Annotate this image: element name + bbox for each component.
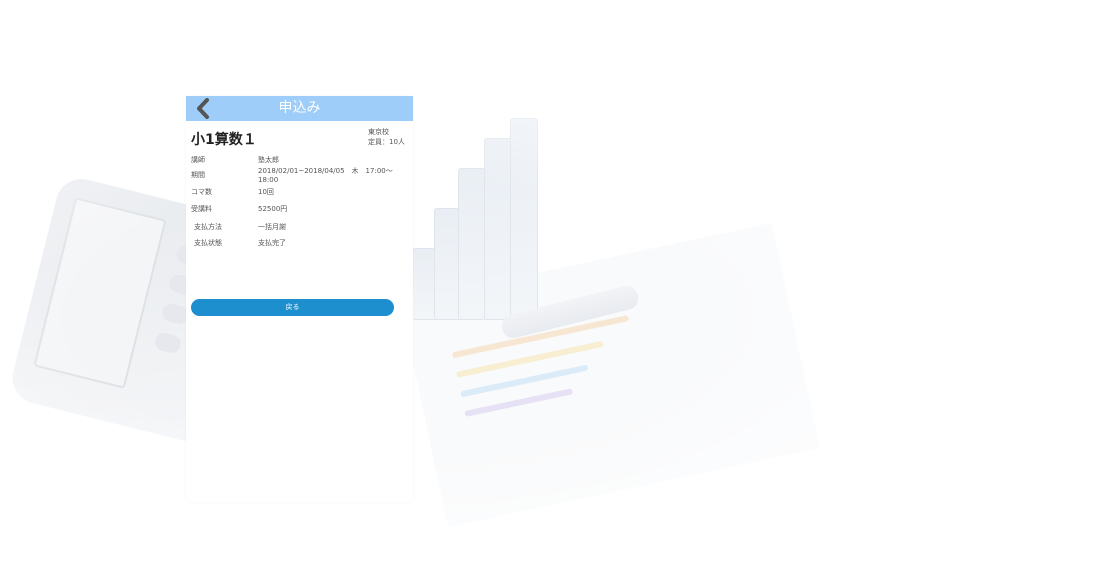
detail-label: 講師 — [191, 156, 205, 164]
header-bar: 申込み — [186, 96, 413, 121]
detail-value: 支払完了 — [258, 239, 286, 247]
detail-label: 支払方法 — [194, 223, 222, 231]
course-meta: 東京校 定員：10人 — [368, 127, 405, 147]
back-button[interactable] — [194, 98, 212, 119]
detail-label: 支払状態 — [194, 239, 222, 247]
campus-name: 東京校 — [368, 128, 389, 136]
capacity: 定員：10人 — [368, 138, 405, 146]
detail-value: 2018/02/01~2018/04/05 木 17:00～18:00 — [258, 167, 393, 184]
course-title: 小1算数１ — [191, 132, 257, 148]
chevron-left-icon — [197, 98, 209, 119]
phone-screen: 申込み 小1算数１ 東京校 定員：10人 講師 塾太郎 期間 2018/02/0… — [186, 96, 413, 502]
detail-label: コマ数 — [191, 188, 212, 196]
background-image — [0, 0, 1119, 575]
detail-value: 塾太郎 — [258, 156, 279, 164]
return-button[interactable]: 戻る — [191, 299, 394, 316]
detail-row-period: 期間 2018/02/01~2018/04/05 木 17:00～18:00 — [191, 167, 406, 185]
page-title: 申込み — [278, 100, 321, 116]
detail-value: 10回 — [258, 188, 274, 196]
detail-value: 一括月謝 — [258, 223, 286, 231]
detail-label: 受講料 — [191, 205, 212, 213]
detail-label: 期間 — [191, 171, 205, 179]
detail-value: 52500円 — [258, 205, 288, 213]
